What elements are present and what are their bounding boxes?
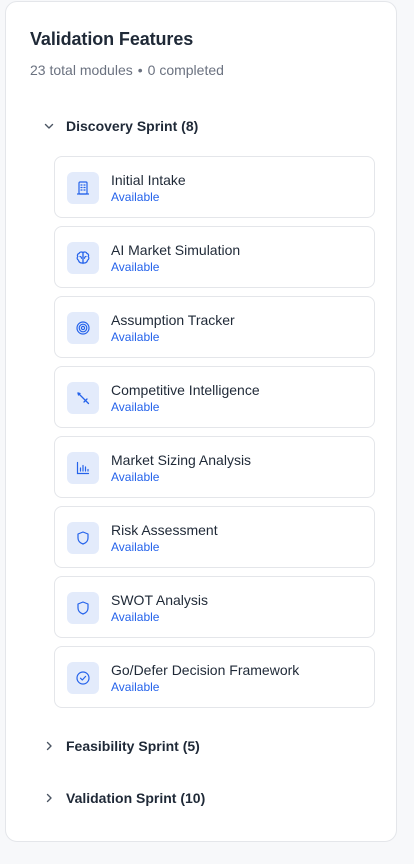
chevron-down-icon [42, 119, 56, 133]
shield-icon [67, 592, 99, 624]
discovery-sprint-module-list: Initial Intake Available AI Market Simul… [54, 156, 375, 716]
module-status: Available [111, 680, 160, 694]
completed-count: 0 completed [147, 62, 224, 78]
module-name: Risk Assessment [111, 522, 218, 538]
section-label: Discovery Sprint (8) [66, 118, 199, 134]
module-status: Available [111, 540, 160, 554]
module-name: Go/Defer Decision Framework [111, 662, 300, 678]
panel-title: Validation Features [30, 29, 194, 49]
module-competitive-intelligence[interactable]: Competitive Intelligence Available [54, 366, 375, 428]
module-name: Market Sizing Analysis [111, 452, 252, 468]
module-name: AI Market Simulation [111, 242, 241, 258]
summary-separator: • [137, 62, 143, 78]
module-status: Available [111, 470, 160, 484]
check-circle-icon [67, 662, 99, 694]
module-ai-market-simulation[interactable]: AI Market Simulation Available [54, 226, 375, 288]
module-name: SWOT Analysis [111, 592, 208, 608]
module-risk-assessment[interactable]: Risk Assessment Available [54, 506, 375, 568]
building-icon [67, 172, 99, 204]
validation-features-panel: Validation Features 23 total modules • 0 c… [5, 1, 397, 842]
shield-icon [67, 522, 99, 554]
module-name: Competitive Intelligence [111, 382, 260, 398]
section-label: Validation Sprint (10) [66, 790, 206, 806]
module-initial-intake[interactable]: Initial Intake Available [54, 156, 375, 218]
module-assumption-tracker[interactable]: Assumption Tracker Available [54, 296, 375, 358]
module-go-defer-decision-framework[interactable]: Go/Defer Decision Framework Available [54, 646, 375, 708]
section-discovery-sprint[interactable]: Discovery Sprint (8) [42, 113, 198, 139]
module-market-sizing-analysis[interactable]: Market Sizing Analysis Available [54, 436, 375, 498]
sword-icon [67, 382, 99, 414]
module-status: Available [111, 330, 160, 344]
section-validation-sprint[interactable]: Validation Sprint (10) [42, 785, 205, 811]
module-swot-analysis[interactable]: SWOT Analysis Available [54, 576, 375, 638]
total-modules-count: 23 total modules [30, 62, 133, 78]
module-name: Initial Intake [111, 172, 186, 188]
target-icon [67, 312, 99, 344]
module-name: Assumption Tracker [111, 312, 235, 328]
brain-icon [67, 242, 99, 274]
module-status: Available [111, 400, 160, 414]
bar-chart-icon [67, 452, 99, 484]
module-status: Available [111, 190, 160, 204]
chevron-right-icon [42, 791, 56, 805]
panel-summary: 23 total modules • 0 completed [30, 62, 224, 78]
section-feasibility-sprint[interactable]: Feasibility Sprint (5) [42, 733, 200, 759]
chevron-right-icon [42, 739, 56, 753]
section-label: Feasibility Sprint (5) [66, 738, 200, 754]
module-status: Available [111, 610, 160, 624]
module-status: Available [111, 260, 160, 274]
